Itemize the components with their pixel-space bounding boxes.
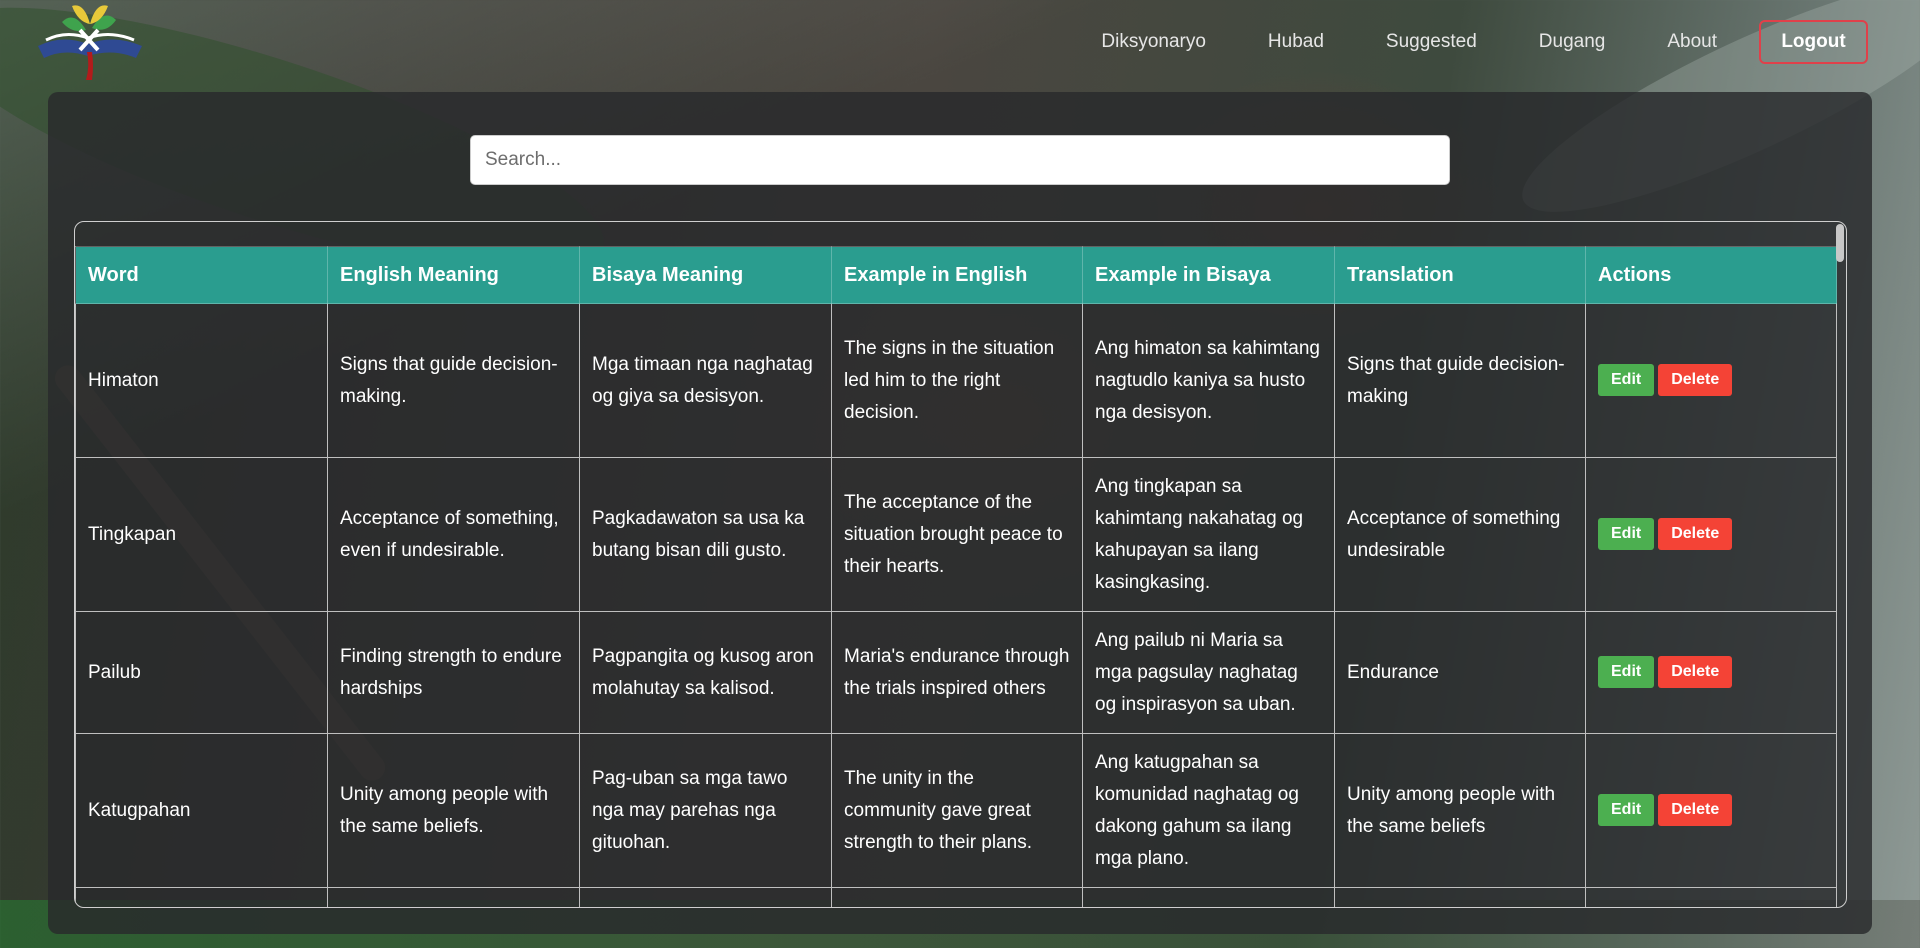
- cell-translation: Acceptance of something undesirable: [1334, 457, 1586, 612]
- search-input[interactable]: [470, 135, 1450, 185]
- cell-example-bisaya: Ang katugpahan sa komunidad naghatag og …: [1082, 733, 1335, 888]
- header-actions: Actions: [1585, 246, 1837, 304]
- table-header-row: Word English Meaning Bisaya Meaning Exam…: [75, 246, 1837, 304]
- logout-button[interactable]: Logout: [1759, 20, 1868, 64]
- table-row: Pailub Finding strength to endure hardsh…: [75, 611, 1837, 734]
- table-row: Tingkapan Acceptance of something, even …: [75, 457, 1837, 612]
- cell-bisaya-meaning: Mga timaan nga naghatag og giya sa desis…: [579, 303, 832, 458]
- cell-example-bisaya: Ang tingkapan sa kahimtang nakahatag og …: [1082, 457, 1335, 612]
- scrollbar-thumb[interactable]: [1836, 224, 1844, 262]
- table-row: Himaton Signs that guide decision-making…: [75, 303, 1837, 458]
- table-scroll-area: Word English Meaning Bisaya Meaning Exam…: [75, 246, 1837, 907]
- nav-link-suggested[interactable]: Suggested: [1386, 31, 1477, 53]
- cell-english-meaning: Acceptance of something, even if undesir…: [327, 457, 580, 612]
- cell-english-meaning: Signs that guide decision-making.: [327, 303, 580, 458]
- edit-button[interactable]: Edit: [1598, 518, 1655, 551]
- header-translation[interactable]: Translation: [1334, 246, 1586, 304]
- edit-button[interactable]: Edit: [1598, 794, 1655, 827]
- cell-english-meaning: Finding strength to endure hardships: [327, 611, 580, 734]
- cell-bisaya-meaning: Pagpangita og kusog aron molahutay sa ka…: [579, 611, 832, 734]
- cell-bisaya-meaning: Pag-uban sa mga tawo nga may parehas nga…: [579, 733, 832, 888]
- delete-button[interactable]: Delete: [1658, 656, 1733, 689]
- cell-example-english: The unity in the community gave great st…: [831, 733, 1083, 888]
- nav-links: Diksyonaryo Hubad Suggested Dugang About…: [1101, 0, 1920, 84]
- table-row-partial: [75, 887, 1837, 907]
- dictionary-panel: Word English Meaning Bisaya Meaning Exam…: [48, 92, 1872, 934]
- delete-button[interactable]: Delete: [1658, 794, 1733, 827]
- delete-button[interactable]: Delete: [1658, 518, 1733, 551]
- cell-english-meaning: Unity among people with the same beliefs…: [327, 733, 580, 888]
- nav-link-hubad[interactable]: Hubad: [1268, 31, 1324, 53]
- nav-link-diksyonaryo[interactable]: Diksyonaryo: [1101, 31, 1206, 53]
- cell-word: Katugpahan: [75, 733, 328, 888]
- header-english-meaning[interactable]: English Meaning: [327, 246, 580, 304]
- app-logo[interactable]: [32, 0, 148, 82]
- edit-button[interactable]: Edit: [1598, 656, 1655, 689]
- table-row: Katugpahan Unity among people with the s…: [75, 733, 1837, 888]
- header-example-bisaya[interactable]: Example in Bisaya: [1082, 246, 1335, 304]
- cell-example-english: The signs in the situation led him to th…: [831, 303, 1083, 458]
- cell-example-english: Maria's endurance through the trials ins…: [831, 611, 1083, 734]
- words-table: Word English Meaning Bisaya Meaning Exam…: [75, 246, 1837, 907]
- header-bisaya-meaning[interactable]: Bisaya Meaning: [579, 246, 832, 304]
- cell-actions: Edit Delete: [1585, 733, 1837, 888]
- cell-translation: Signs that guide decision-making: [1334, 303, 1586, 458]
- delete-button[interactable]: Delete: [1658, 364, 1733, 397]
- navbar: Diksyonaryo Hubad Suggested Dugang About…: [0, 0, 1920, 84]
- cell-actions: Edit Delete: [1585, 457, 1837, 612]
- header-word[interactable]: Word: [75, 246, 328, 304]
- cell-example-bisaya: Ang pailub ni Maria sa mga pagsulay nagh…: [1082, 611, 1335, 734]
- cell-bisaya-meaning: Pagkadawaton sa usa ka butang bisan dili…: [579, 457, 832, 612]
- cell-translation: Unity among people with the same beliefs: [1334, 733, 1586, 888]
- header-example-english[interactable]: Example in English: [831, 246, 1083, 304]
- table-scrollbar[interactable]: [1836, 224, 1844, 904]
- cell-word: Tingkapan: [75, 457, 328, 612]
- cell-actions: Edit Delete: [1585, 303, 1837, 458]
- cell-example-english: The acceptance of the situation brought …: [831, 457, 1083, 612]
- cell-word: Himaton: [75, 303, 328, 458]
- edit-button[interactable]: Edit: [1598, 364, 1655, 397]
- nav-link-about[interactable]: About: [1667, 31, 1717, 53]
- cell-example-bisaya: Ang himaton sa kahimtang nagtudlo kaniya…: [1082, 303, 1335, 458]
- nav-link-dugang[interactable]: Dugang: [1539, 31, 1606, 53]
- cell-translation: Endurance: [1334, 611, 1586, 734]
- cell-word: Pailub: [75, 611, 328, 734]
- table-container[interactable]: Word English Meaning Bisaya Meaning Exam…: [74, 221, 1847, 908]
- cell-actions: Edit Delete: [1585, 611, 1837, 734]
